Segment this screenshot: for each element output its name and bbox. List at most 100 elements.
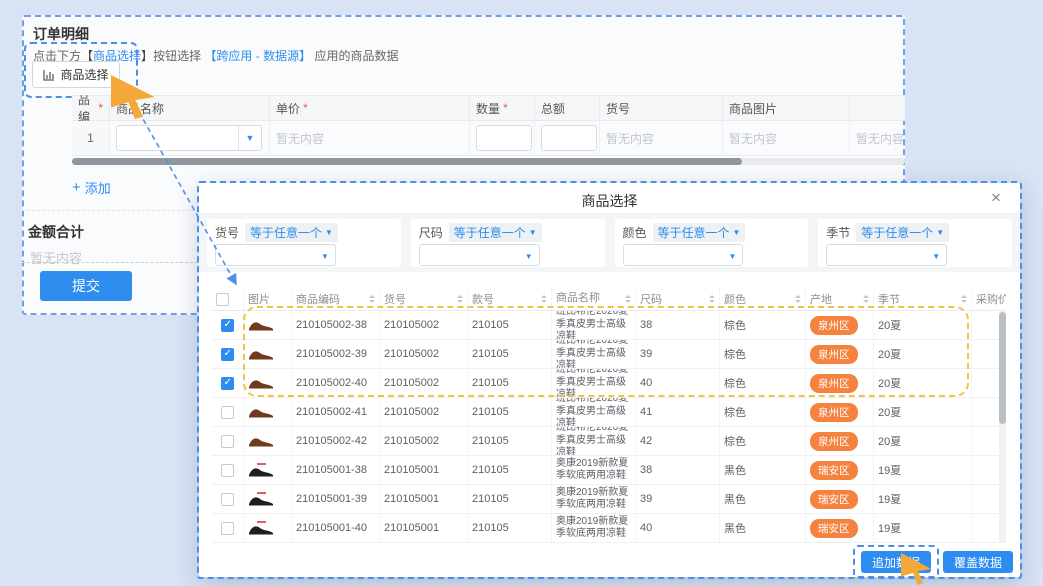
sort-icon[interactable] — [541, 295, 547, 303]
product-code-select[interactable]: ▼ — [116, 125, 262, 151]
product-column-header: 图片 — [244, 288, 292, 310]
row-checkbox-cell — [212, 340, 244, 368]
horizontal-scrollbar-thumb[interactable] — [72, 158, 742, 165]
page: 订单明细 点击下方【商品选择】按钮选择 【跨应用 - 数据源】 应用的商品数据 … — [0, 0, 1043, 586]
filter-card: 货号等于任意一个▼▼ — [207, 219, 401, 267]
sort-icon[interactable] — [863, 295, 869, 303]
product-code: 210105002-39 — [292, 340, 380, 368]
caret-down-icon: ▼ — [525, 252, 533, 261]
hint-link-datasource[interactable]: 跨应用 - 数据源 — [216, 49, 299, 63]
product-image-cell — [244, 514, 292, 542]
sort-down-icon — [625, 300, 631, 303]
sort-icon[interactable] — [457, 295, 463, 303]
filter-operator[interactable]: 等于任意一个▼ — [653, 223, 746, 242]
column-label: 货号 — [384, 291, 406, 307]
column-label: 货号 — [606, 100, 630, 117]
style-no: 210105 — [468, 398, 552, 426]
sort-icon[interactable] — [709, 295, 715, 303]
filter-operator[interactable]: 等于任意一个▼ — [449, 223, 542, 242]
column-label: 总额 — [541, 100, 565, 117]
row-checkbox[interactable] — [221, 319, 234, 332]
quantity-input[interactable] — [541, 125, 597, 151]
filter-select[interactable]: ▼ — [215, 244, 336, 266]
product-code: 210105001-39 — [292, 485, 380, 513]
row-checkbox[interactable] — [221, 464, 234, 477]
vertical-scrollbar[interactable] — [999, 310, 1006, 543]
product-row[interactable]: 210105002-39210105002210105班比希伦2020夏季真皮男… — [212, 340, 1006, 369]
row-checkbox[interactable] — [221, 348, 234, 361]
vertical-scrollbar-thumb[interactable] — [999, 312, 1006, 424]
caret-down-icon: ▼ — [728, 252, 736, 261]
item-no: 210105002 — [380, 427, 468, 455]
total-empty-placeholder: 暂无内容 — [30, 248, 82, 267]
product-image-cell — [244, 311, 292, 339]
filter-card: 季节等于任意一个▼▼ — [818, 219, 1012, 267]
sort-icon[interactable] — [369, 295, 375, 303]
column-label: 款号 — [472, 291, 494, 307]
filter-select[interactable]: ▼ — [623, 244, 744, 266]
season: 19夏 — [874, 485, 972, 513]
product-name: 班比希伦2020夏季真皮男士高级凉鞋 — [552, 369, 636, 397]
horizontal-scrollbar[interactable] — [72, 158, 905, 165]
sort-up-icon — [863, 295, 869, 298]
submit-button[interactable]: 提交 — [40, 271, 132, 301]
row-checkbox[interactable] — [221, 377, 234, 390]
filter-row: 尺码等于任意一个▼ — [419, 223, 597, 241]
origin-badge: 瑞安区 — [810, 461, 858, 480]
caret-down-icon: ▼ — [936, 228, 944, 237]
product-image-cell — [244, 427, 292, 455]
filter-select[interactable]: ▼ — [419, 244, 540, 266]
size: 40 — [636, 514, 720, 542]
column-label: 商品名称 — [556, 292, 600, 306]
row-checkbox-cell — [212, 427, 244, 455]
product-row[interactable]: 210105001-39210105001210105奥康2019新款夏季软底两… — [212, 485, 1006, 514]
product-image-cell — [244, 369, 292, 397]
select-all-checkbox[interactable] — [216, 293, 229, 306]
sort-down-icon — [863, 300, 869, 303]
sort-icon[interactable] — [795, 295, 801, 303]
row-checkbox[interactable] — [221, 493, 234, 506]
item-no: 210105002 — [380, 398, 468, 426]
add-row-button[interactable]: + 添加 — [72, 178, 111, 197]
filter-label: 颜色 — [623, 224, 647, 241]
row-checkbox[interactable] — [221, 406, 234, 419]
product-row[interactable]: 210105002-42210105002210105班比希伦2020夏季真皮男… — [212, 427, 1006, 456]
product-row[interactable]: 210105002-38210105002210105班比希伦2020夏季真皮男… — [212, 311, 1006, 340]
black-shoe-icon — [248, 524, 274, 535]
product-image-cell — [244, 398, 292, 426]
filter-operator[interactable]: 等于任意一个▼ — [245, 223, 338, 242]
unit-price-input[interactable] — [476, 125, 532, 151]
order-items-table: 商品编码*商品名称单价*数量*总额货号商品图片 1 ▼ 暂无内容 暂无内容 暂无… — [72, 95, 905, 165]
sort-down-icon — [795, 300, 801, 303]
product-row[interactable]: 210105001-38210105001210105奥康2019新款夏季软底两… — [212, 456, 1006, 485]
column-label: 图片 — [248, 291, 270, 307]
column-label: 单价 — [276, 100, 300, 117]
brown-sandal-icon — [248, 320, 274, 331]
sort-icon[interactable] — [625, 295, 631, 303]
season: 19夏 — [874, 514, 972, 542]
sort-icon[interactable] — [961, 295, 967, 303]
filter-operator[interactable]: 等于任意一个▼ — [856, 223, 949, 242]
product-code: 210105002-41 — [292, 398, 380, 426]
filter-select[interactable]: ▼ — [826, 244, 947, 266]
close-icon[interactable]: × — [991, 189, 1001, 206]
row-checkbox[interactable] — [221, 435, 234, 448]
append-data-button[interactable]: 追加数据 — [861, 551, 931, 573]
size: 39 — [636, 485, 720, 513]
product-row[interactable]: 210105001-40210105001210105奥康2019新款夏季软底两… — [212, 514, 1006, 543]
product-row[interactable]: 210105002-40210105002210105班比希伦2020夏季真皮男… — [212, 369, 1006, 398]
overwrite-data-button[interactable]: 覆盖数据 — [943, 551, 1013, 573]
product-image — [248, 492, 274, 506]
required-asterisk: * — [303, 101, 308, 115]
origin-cell: 泉州区 — [806, 311, 874, 339]
main-column-header: 货号 — [600, 96, 723, 120]
product-name: 班比希伦2020夏季真皮男士高级凉鞋 — [552, 340, 636, 368]
row-checkbox[interactable] — [221, 522, 234, 535]
origin-badge: 泉州区 — [810, 374, 858, 393]
row-checkbox-cell — [212, 311, 244, 339]
product-row[interactable]: 210105002-41210105002210105班比希伦2020夏季真皮男… — [212, 398, 1006, 427]
color: 黑色 — [720, 514, 806, 542]
style-no: 210105 — [468, 485, 552, 513]
column-label: 尺码 — [640, 291, 662, 307]
black-shoe-icon — [248, 466, 274, 477]
